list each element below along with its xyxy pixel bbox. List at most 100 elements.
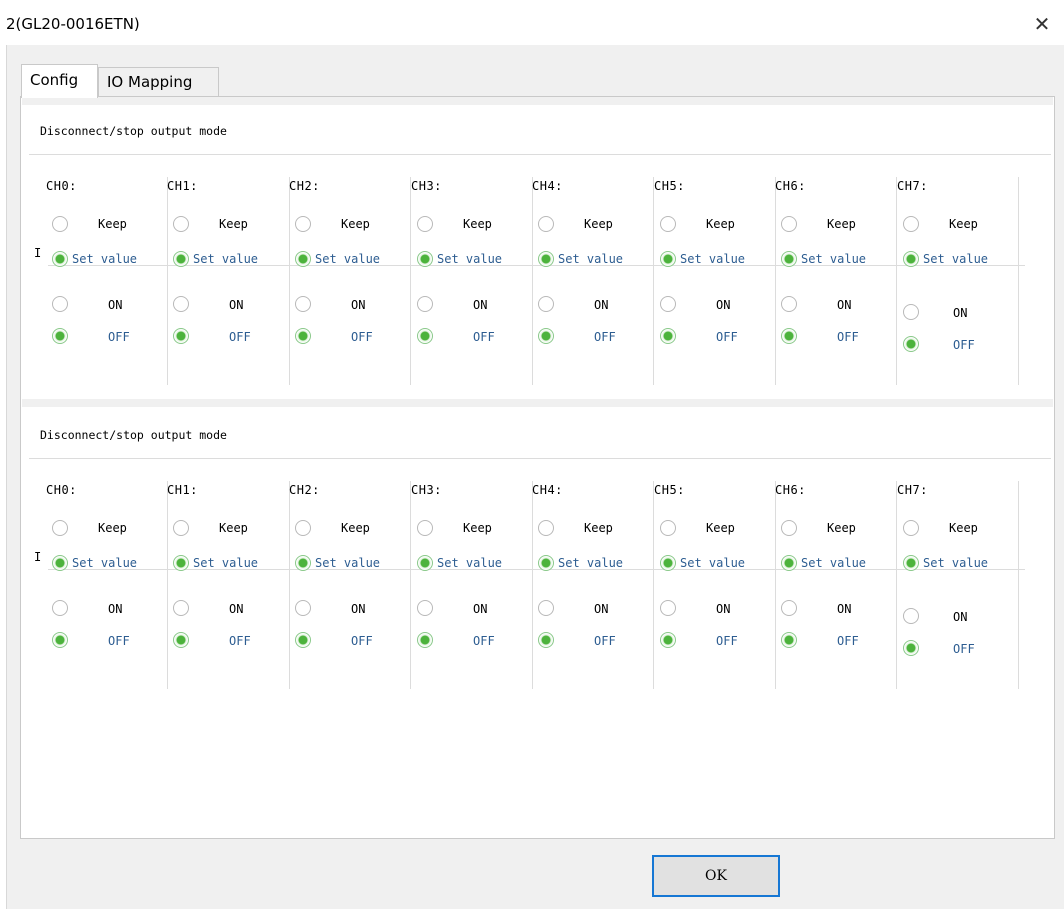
set-value-radio[interactable]	[538, 555, 554, 571]
section-divider	[29, 458, 1051, 459]
set-value-radio[interactable]	[781, 251, 797, 267]
channel-5: CH5: Keep Set value ON OFF	[654, 483, 776, 703]
off-radio[interactable]	[52, 328, 68, 344]
on-label: ON	[229, 602, 244, 616]
keep-radio[interactable]	[660, 216, 676, 232]
keep-label: Keep	[827, 521, 856, 535]
off-radio[interactable]	[903, 336, 919, 352]
off-label: OFF	[594, 634, 616, 648]
set-value-label: Set value	[558, 556, 624, 570]
tab-config[interactable]: Config	[21, 64, 98, 98]
keep-radio[interactable]	[538, 216, 554, 232]
off-radio[interactable]	[781, 632, 797, 648]
off-radio[interactable]	[538, 632, 554, 648]
channel-label: CH6:	[775, 179, 806, 193]
on-radio[interactable]	[295, 296, 311, 312]
on-label: ON	[953, 610, 968, 624]
ok-button[interactable]: OK	[652, 855, 780, 897]
off-radio[interactable]	[173, 328, 189, 344]
set-value-radio[interactable]	[173, 251, 189, 267]
set-value-radio[interactable]	[52, 251, 68, 267]
divider-band	[22, 97, 1053, 105]
set-value-radio[interactable]	[660, 251, 676, 267]
channel-label: CH0:	[46, 179, 77, 193]
on-radio[interactable]	[903, 304, 919, 320]
off-radio[interactable]	[295, 328, 311, 344]
dialog-body: Config IO Mapping Disconnect/stop output…	[6, 45, 1064, 909]
channel-4: CH4: Keep Set value ON OFF	[532, 483, 654, 703]
off-label: OFF	[716, 634, 738, 648]
off-radio[interactable]	[538, 328, 554, 344]
on-radio[interactable]	[52, 600, 68, 616]
keep-radio[interactable]	[173, 216, 189, 232]
off-radio[interactable]	[295, 632, 311, 648]
channel-1: CH1: Keep Set value ON OFF	[167, 179, 289, 399]
set-value-radio[interactable]	[903, 555, 919, 571]
section-divider	[29, 154, 1051, 155]
close-icon[interactable]: ✕	[1030, 12, 1054, 36]
set-value-radio[interactable]	[781, 555, 797, 571]
channel-5: CH5: Keep Set value ON OFF	[654, 179, 776, 399]
on-radio[interactable]	[660, 296, 676, 312]
off-radio[interactable]	[660, 632, 676, 648]
set-value-radio[interactable]	[52, 555, 68, 571]
on-radio[interactable]	[538, 296, 554, 312]
set-value-radio[interactable]	[295, 251, 311, 267]
keep-label: Keep	[98, 217, 127, 231]
keep-label: Keep	[706, 521, 735, 535]
keep-radio[interactable]	[52, 216, 68, 232]
off-radio[interactable]	[781, 328, 797, 344]
on-radio[interactable]	[173, 600, 189, 616]
keep-label: Keep	[463, 217, 492, 231]
keep-label: Keep	[949, 521, 978, 535]
on-radio[interactable]	[660, 600, 676, 616]
keep-radio[interactable]	[538, 520, 554, 536]
off-radio[interactable]	[660, 328, 676, 344]
keep-radio[interactable]	[295, 216, 311, 232]
on-radio[interactable]	[173, 296, 189, 312]
on-radio[interactable]	[903, 608, 919, 624]
off-label: OFF	[108, 634, 130, 648]
keep-radio[interactable]	[903, 520, 919, 536]
set-value-radio[interactable]	[903, 251, 919, 267]
on-radio[interactable]	[417, 296, 433, 312]
set-value-radio[interactable]	[660, 555, 676, 571]
keep-radio[interactable]	[781, 520, 797, 536]
set-value-radio[interactable]	[417, 251, 433, 267]
on-radio[interactable]	[781, 600, 797, 616]
channel-label: CH5:	[654, 179, 685, 193]
channel-3: CH3: Keep Set value ON OFF	[411, 483, 533, 703]
channel-1: CH1: Keep Set value ON OFF	[167, 483, 289, 703]
keep-radio[interactable]	[660, 520, 676, 536]
off-radio[interactable]	[173, 632, 189, 648]
off-label: OFF	[594, 330, 616, 344]
set-value-label: Set value	[193, 556, 259, 570]
tab-io-mapping[interactable]: IO Mapping	[98, 67, 219, 96]
on-label: ON	[837, 298, 852, 312]
keep-radio[interactable]	[417, 216, 433, 232]
keep-radio[interactable]	[903, 216, 919, 232]
keep-radio[interactable]	[52, 520, 68, 536]
set-value-radio[interactable]	[295, 555, 311, 571]
off-label: OFF	[351, 634, 373, 648]
on-radio[interactable]	[781, 296, 797, 312]
keep-radio[interactable]	[781, 216, 797, 232]
on-radio[interactable]	[295, 600, 311, 616]
keep-label: Keep	[827, 217, 856, 231]
keep-label: Keep	[219, 521, 248, 535]
on-radio[interactable]	[538, 600, 554, 616]
off-radio[interactable]	[417, 632, 433, 648]
on-radio[interactable]	[52, 296, 68, 312]
title-bar: 2(GL20-0016ETN) ✕	[0, 0, 1064, 45]
off-radio[interactable]	[903, 640, 919, 656]
keep-radio[interactable]	[173, 520, 189, 536]
set-value-radio[interactable]	[538, 251, 554, 267]
set-value-radio[interactable]	[173, 555, 189, 571]
set-value-label: Set value	[801, 252, 867, 266]
set-value-radio[interactable]	[417, 555, 433, 571]
off-radio[interactable]	[52, 632, 68, 648]
off-radio[interactable]	[417, 328, 433, 344]
keep-radio[interactable]	[417, 520, 433, 536]
on-radio[interactable]	[417, 600, 433, 616]
keep-radio[interactable]	[295, 520, 311, 536]
